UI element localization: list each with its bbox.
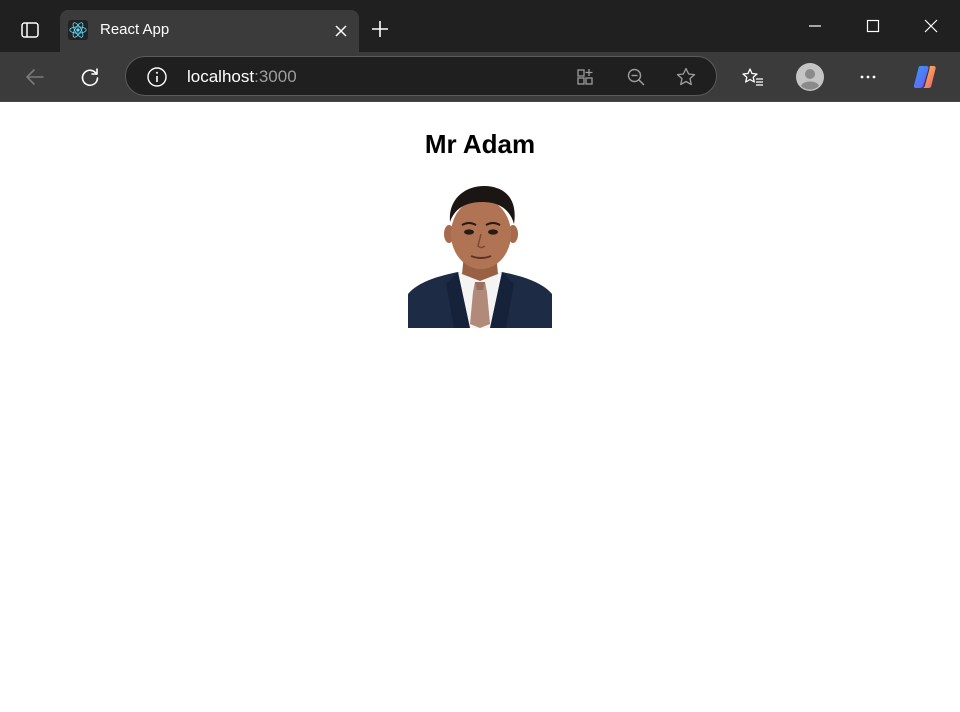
info-icon [147, 67, 167, 87]
apps-icon [577, 69, 593, 85]
close-icon [924, 19, 938, 33]
tab-strip: React App [0, 0, 960, 52]
refresh-button[interactable] [74, 61, 106, 93]
arrow-left-icon [26, 69, 44, 85]
url-text[interactable]: localhost:3000 [187, 67, 297, 87]
copilot-icon [913, 66, 936, 88]
address-bar[interactable]: localhost:3000 [125, 56, 717, 96]
tab-react-app[interactable]: React App [60, 10, 359, 52]
tab-actions-icon [21, 22, 39, 38]
tab-actions-button[interactable] [12, 12, 48, 48]
maximize-icon [866, 19, 880, 33]
back-button[interactable] [19, 61, 51, 93]
favorite-button[interactable] [673, 64, 699, 90]
page-content: Mr Adam [0, 103, 960, 712]
site-info-button[interactable] [146, 66, 168, 88]
zoom-button[interactable] [623, 64, 649, 90]
star-icon [676, 67, 696, 86]
url-port: :3000 [254, 67, 297, 86]
zoom-out-icon [627, 68, 645, 86]
favorites-button[interactable] [737, 61, 769, 93]
favorites-list-icon [742, 68, 763, 86]
refresh-icon [81, 68, 99, 87]
profile-button[interactable] [794, 61, 826, 93]
tab-title: React App [100, 21, 170, 38]
new-tab-button[interactable] [366, 15, 394, 43]
settings-menu-button[interactable] [852, 61, 884, 93]
profile-photo [408, 184, 552, 328]
minimize-icon [809, 25, 821, 27]
close-window-button[interactable] [911, 8, 951, 44]
url-host: localhost [187, 67, 255, 86]
minimize-button[interactable] [795, 8, 835, 44]
close-icon [335, 25, 347, 37]
maximize-button[interactable] [853, 8, 893, 44]
more-icon [860, 75, 876, 79]
app-available-button[interactable] [573, 64, 599, 90]
react-logo-icon [68, 20, 88, 40]
close-tab-button[interactable] [331, 21, 351, 41]
page-title: Mr Adam [424, 129, 536, 159]
copilot-button[interactable] [909, 61, 941, 93]
plus-icon [372, 21, 388, 37]
browser-toolbar: localhost:3000 [0, 52, 960, 102]
avatar-icon [796, 63, 824, 91]
